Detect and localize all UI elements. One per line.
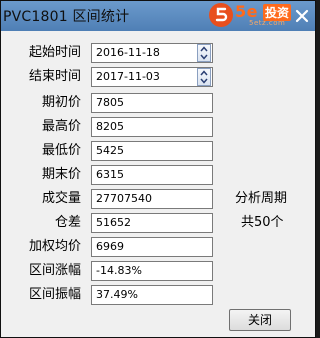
close-price-label: 期末价 [41,167,81,182]
start-time-label: 起始时间 [28,45,81,60]
position-diff-label: 仓差 [54,215,81,230]
open-price-label: 期初价 [41,95,81,110]
end-time-label: 结束时间 [28,69,81,84]
close-icon [295,9,309,23]
analysis-period-count: 共50个 [241,215,284,230]
high-price-label: 最高价 [41,119,81,134]
end-time-value: 2017-11-03 [96,70,160,83]
chevron-down-icon[interactable] [198,77,210,85]
interval-statistics-dialog: PVC1801 区间统计 5e 投资 5etz.com 起始时间 2016-11… [0,0,316,338]
logo-url: 5etz.com [249,19,286,27]
close-button[interactable]: 关闭 [229,309,291,331]
logo-icon [209,3,233,27]
end-time-picker[interactable]: 2017-11-03 [91,67,213,87]
chevron-up-icon[interactable] [198,45,210,53]
weighted-avg-field[interactable]: 6969 [91,237,213,257]
start-time-picker[interactable]: 2016-11-18 [91,43,213,63]
range-amplitude-label: 区间振幅 [28,287,81,302]
title-bar[interactable]: PVC1801 区间统计 5e 投资 5etz.com [1,1,315,31]
low-price-field[interactable]: 5425 [91,141,213,161]
low-price-label: 最低价 [41,143,81,158]
analysis-period-label: 分析周期 [235,191,288,206]
window-close-button[interactable] [293,7,311,25]
range-amplitude-field[interactable]: 37.49% [91,285,213,305]
window-title: PVC1801 区间统计 [3,9,130,25]
open-price-field[interactable]: 7805 [91,93,213,113]
start-time-value: 2016-11-18 [96,46,160,59]
volume-field[interactable]: 27707540 [91,189,213,209]
high-price-field[interactable]: 8205 [91,117,213,137]
close-price-field[interactable]: 6315 [91,165,213,185]
range-change-label: 区间涨幅 [28,263,81,278]
end-time-spinner[interactable] [197,68,211,86]
range-change-field[interactable]: -14.83% [91,261,213,281]
weighted-avg-label: 加权均价 [28,239,81,254]
position-diff-field[interactable]: 51652 [91,213,213,233]
chevron-down-icon[interactable] [198,53,210,61]
chevron-up-icon[interactable] [198,69,210,77]
volume-label: 成交量 [41,191,81,206]
start-time-spinner[interactable] [197,44,211,62]
